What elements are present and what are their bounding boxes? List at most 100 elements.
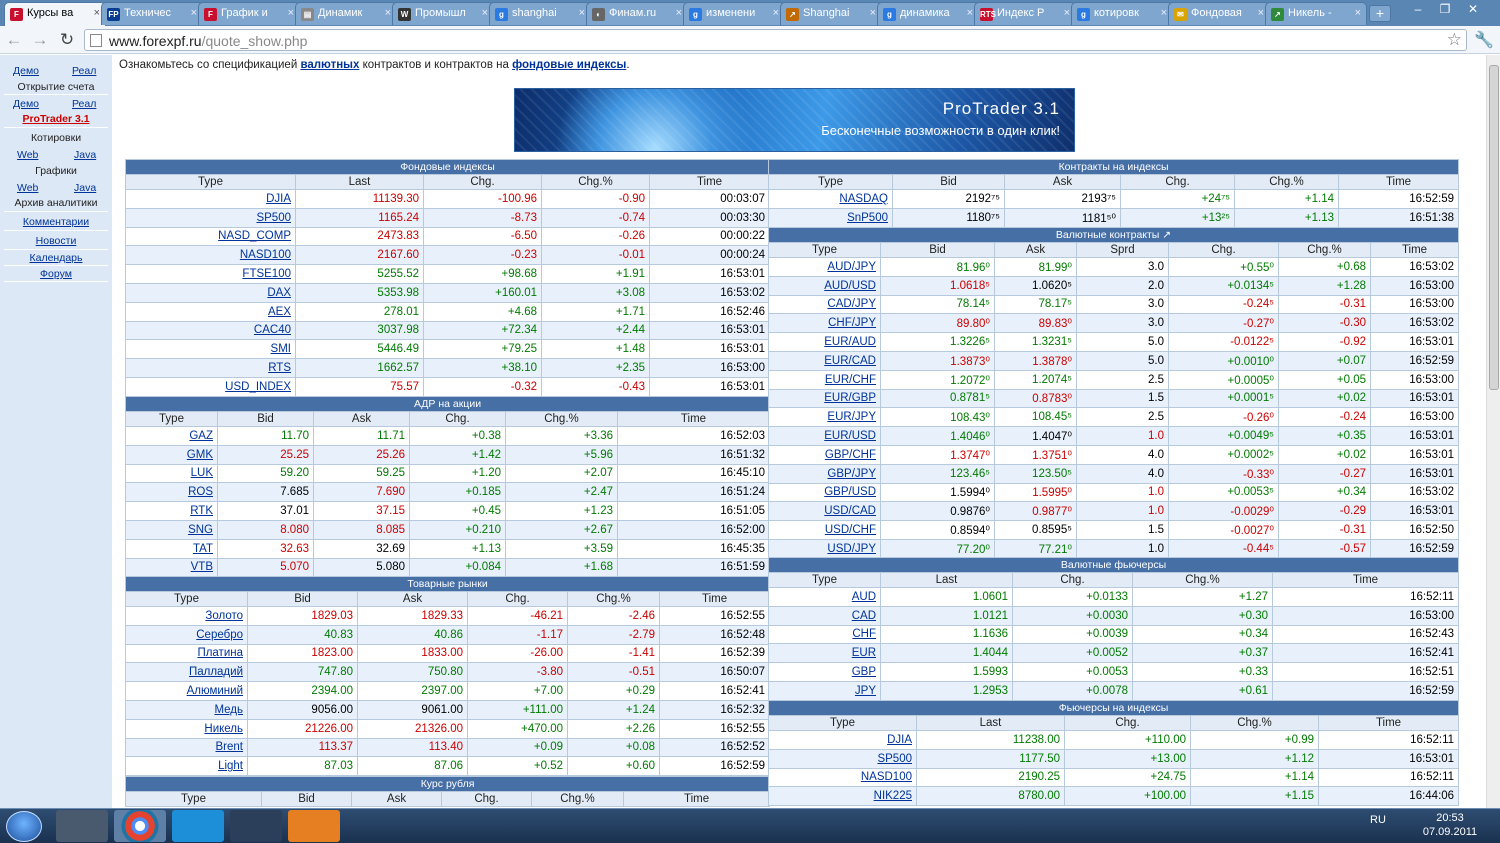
address-bar[interactable]: www.forexpf.ru/quote_show.php ☆ (84, 29, 1467, 51)
browser-tab[interactable]: RTS Индекс Р × (974, 2, 1076, 25)
browser-tab[interactable]: W Промышл × (392, 2, 494, 25)
instrument-link[interactable]: Алюминий (125, 681, 248, 701)
instrument-link[interactable]: EUR/AUD (768, 332, 881, 352)
wrench-menu-icon[interactable]: 🔧 (1474, 30, 1494, 50)
instrument-link[interactable]: GAZ (125, 426, 218, 446)
browser-tab[interactable]: F Курсы ва × (4, 2, 106, 26)
tab-close-icon[interactable]: × (1064, 3, 1070, 24)
instrument-link[interactable]: USD/CAD (768, 501, 881, 522)
reload-icon[interactable]: ↻ (57, 30, 77, 50)
instrument-link[interactable]: CHF (768, 624, 881, 645)
browser-tab[interactable]: ◐ Финам.ru × (586, 2, 688, 25)
tab-close-icon[interactable]: × (1355, 3, 1361, 24)
sidebar-link-comments[interactable]: Комментарии (0, 216, 112, 228)
instrument-link[interactable]: AUD/USD (768, 275, 881, 296)
instrument-link[interactable]: JPY (768, 680, 881, 701)
instrument-link[interactable]: NASDAQ (768, 189, 893, 209)
instrument-link[interactable]: CAD/JPY (768, 294, 881, 315)
tab-close-icon[interactable]: × (482, 3, 488, 24)
spec-link-indices[interactable]: фондовые индексы (512, 59, 626, 71)
browser-tab[interactable]: F График и × (198, 2, 300, 25)
instrument-link[interactable]: NASD_COMP (125, 226, 296, 247)
browser-tab[interactable]: ✉ Фондовая × (1168, 2, 1270, 25)
tab-close-icon[interactable]: × (773, 3, 779, 24)
new-tab-button[interactable]: + (1369, 5, 1391, 22)
instrument-link[interactable]: EUR/GBP (768, 388, 881, 409)
instrument-link[interactable]: Медь (125, 699, 248, 720)
instrument-link[interactable]: USD/CHF (768, 520, 881, 540)
instrument-link[interactable]: Никель (125, 718, 248, 739)
instrument-link[interactable]: CAD (768, 605, 881, 626)
instrument-link[interactable]: Платина (125, 643, 248, 664)
instrument-link[interactable]: VTB (125, 557, 218, 578)
tab-close-icon[interactable]: × (967, 3, 973, 24)
instrument-link[interactable]: DJIA (125, 189, 296, 209)
instrument-link[interactable]: EUR/USD (768, 426, 881, 446)
skype-taskbar-icon[interactable] (172, 810, 224, 842)
forward-icon[interactable]: → (30, 30, 50, 50)
close-window-icon[interactable]: ✕ (1460, 0, 1486, 18)
instrument-link[interactable]: SnP500 (768, 207, 893, 228)
sidebar-link-protrader[interactable]: ProTrader 3.1 (0, 113, 112, 125)
instrument-link[interactable]: USD/JPY (768, 538, 881, 559)
instrument-link[interactable]: SP500 (125, 207, 296, 228)
restore-icon[interactable]: ❐ (1432, 0, 1458, 18)
instrument-link[interactable]: SMI (125, 339, 296, 360)
sidebar-link[interactable]: Web (17, 182, 38, 194)
browser-tab[interactable]: ↗ Никель - × (1265, 2, 1367, 25)
instrument-link[interactable]: EUR (768, 643, 881, 664)
instrument-link[interactable]: NASD100 (768, 767, 917, 788)
instrument-link[interactable]: SNG (125, 519, 218, 540)
instrument-link[interactable]: LUK (125, 463, 218, 484)
language-indicator[interactable]: RU (1370, 814, 1386, 826)
sidebar-link[interactable]: Java (74, 182, 96, 194)
start-button[interactable] (6, 811, 42, 842)
tab-close-icon[interactable]: × (191, 3, 197, 24)
instrument-link[interactable]: NASD100 (125, 245, 296, 266)
instrument-link[interactable]: CHF/JPY (768, 313, 881, 334)
bookmark-star-icon[interactable]: ☆ (1447, 30, 1462, 50)
metatrader-taskbar-icon[interactable] (230, 810, 282, 842)
instrument-link[interactable]: AUD (768, 587, 881, 607)
tab-close-icon[interactable]: × (385, 3, 391, 24)
sidebar-link[interactable]: Демо (13, 98, 39, 110)
sidebar-link[interactable]: Java (74, 149, 96, 161)
instrument-link[interactable]: GBP/JPY (768, 463, 881, 484)
instrument-link[interactable]: USD_INDEX (125, 376, 296, 397)
vertical-scrollbar[interactable] (1486, 55, 1500, 808)
instrument-link[interactable]: GBP (768, 662, 881, 682)
browser-tab[interactable]: g котировк × (1071, 2, 1173, 25)
instrument-link[interactable]: DAX (125, 282, 296, 303)
tab-close-icon[interactable]: × (1258, 3, 1264, 24)
instrument-link[interactable]: EUR/CAD (768, 350, 881, 371)
sidebar-link[interactable]: Web (17, 149, 38, 161)
instrument-link[interactable]: RTS (125, 358, 296, 378)
sidebar-link[interactable]: Реал (72, 98, 96, 110)
instrument-link[interactable]: GBP/USD (768, 482, 881, 503)
instrument-link[interactable]: NIK225 (768, 786, 917, 807)
tab-close-icon[interactable]: × (579, 3, 585, 24)
instrument-link[interactable]: EUR/JPY (768, 407, 881, 428)
instrument-link[interactable]: ROS (125, 482, 218, 503)
tab-close-icon[interactable]: × (94, 3, 100, 24)
instrument-link[interactable]: RTK (125, 501, 218, 521)
instrument-link[interactable]: AUD/JPY (768, 257, 881, 277)
instrument-link[interactable]: AEX (125, 301, 296, 322)
tab-close-icon[interactable]: × (676, 3, 682, 24)
sidebar-link[interactable]: Реал (72, 65, 96, 77)
chrome-taskbar-icon[interactable] (114, 810, 166, 842)
browser-tab[interactable]: ↗ Shanghai × (780, 2, 882, 25)
browser-tab[interactable]: g динамика × (877, 2, 979, 25)
browser-tab[interactable]: ▤ Динамик × (295, 2, 397, 25)
instrument-link[interactable]: EUR/CHF (768, 369, 881, 390)
protrader-banner[interactable]: ProTrader 3.1 Бесконечные возможности в … (514, 88, 1075, 152)
sidebar-link-news[interactable]: Новости (0, 235, 112, 247)
tab-close-icon[interactable]: × (870, 3, 876, 24)
mail-agent-taskbar-icon[interactable] (288, 810, 340, 842)
sidebar-link-forum[interactable]: Форум (0, 268, 112, 280)
tab-close-icon[interactable]: × (1161, 3, 1167, 24)
instrument-link[interactable]: GBP/CHF (768, 444, 881, 465)
sidebar-link[interactable]: Демо (13, 65, 39, 77)
browser-tab[interactable]: g изменени × (683, 2, 785, 25)
instrument-link[interactable]: SP500 (768, 748, 917, 769)
